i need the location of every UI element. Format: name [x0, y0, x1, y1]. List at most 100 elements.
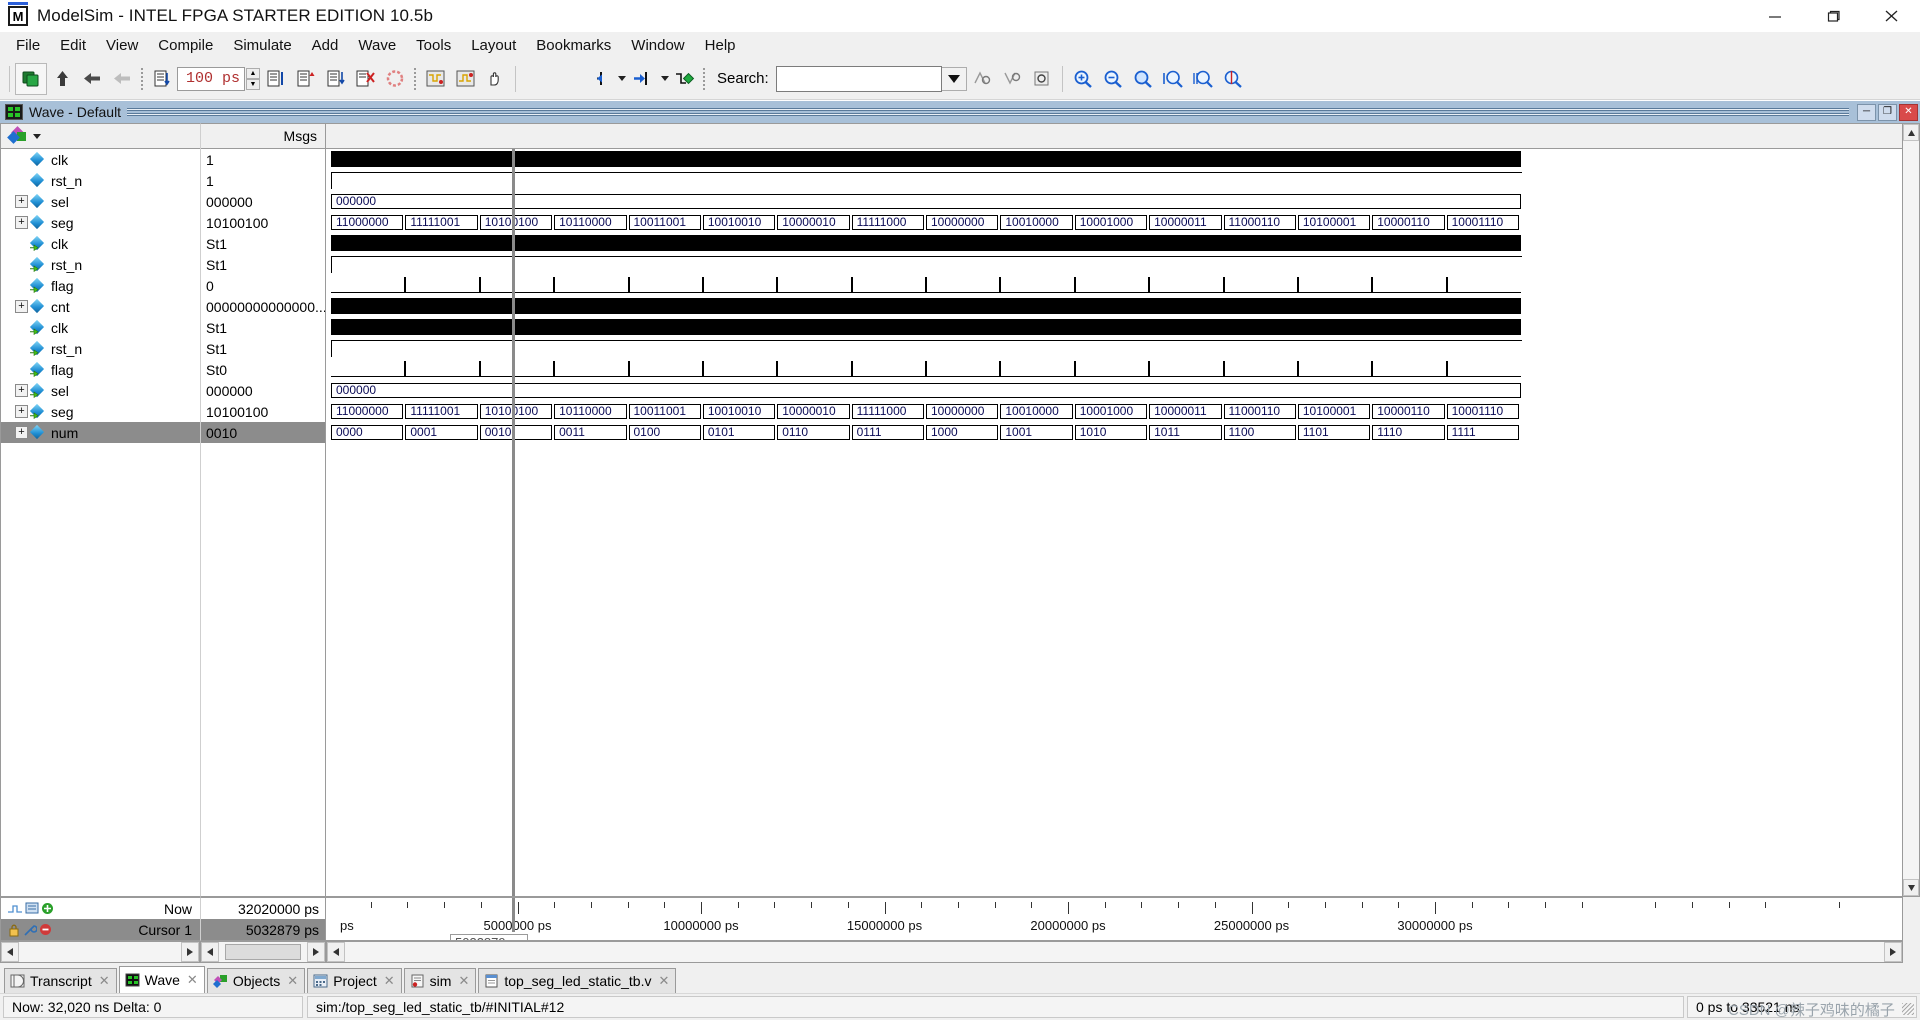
- signal-row-clk[interactable]: clk: [1, 233, 200, 254]
- tab-close-icon[interactable]: ✕: [99, 973, 110, 989]
- expand-toggle[interactable]: +: [15, 300, 28, 313]
- expand-toggle[interactable]: +: [15, 216, 28, 229]
- wave-close-icon[interactable]: ✕: [1899, 103, 1918, 121]
- waveform-hscrollbar[interactable]: [326, 941, 1903, 963]
- menu-layout[interactable]: Layout: [461, 35, 526, 56]
- wave-scroll-track[interactable]: [345, 942, 1884, 962]
- step-back-icon[interactable]: [77, 64, 107, 94]
- zoom-range-icon[interactable]: [1188, 64, 1218, 94]
- signal-row-rst_n[interactable]: rst_n: [1, 338, 200, 359]
- signal-row-sel[interactable]: + sel: [1, 191, 200, 212]
- names-scroll-track[interactable]: [19, 942, 181, 962]
- wave-scroll-left-icon[interactable]: [327, 942, 345, 962]
- menu-file[interactable]: File: [6, 35, 50, 56]
- continue-run-icon[interactable]: [290, 64, 320, 94]
- chevron-down-icon[interactable]: [33, 133, 41, 139]
- step-back-dim-icon[interactable]: [107, 64, 137, 94]
- zoom-full-icon[interactable]: [1128, 64, 1158, 94]
- menu-simulate[interactable]: Simulate: [223, 35, 301, 56]
- names-hscrollbar[interactable]: [0, 941, 200, 963]
- menu-window[interactable]: Window: [621, 35, 694, 56]
- find-transition-icon[interactable]: [669, 64, 699, 94]
- expand-toggle[interactable]: +: [15, 384, 28, 397]
- run-length-stepper[interactable]: ▲ ▼: [246, 67, 260, 90]
- menu-add[interactable]: Add: [302, 35, 349, 56]
- prev-transition-dropdown[interactable]: [613, 64, 626, 94]
- signal-names-list[interactable]: clk rst_n + sel + seg clk rst_n flag + cnt clk rst_n…: [1, 149, 200, 896]
- zoom-cursor-icon[interactable]: [1218, 64, 1248, 94]
- scroll-down-icon[interactable]: [1903, 879, 1919, 896]
- minimize-icon[interactable]: [1746, 0, 1804, 32]
- run-icon[interactable]: [260, 64, 290, 94]
- step-up-icon[interactable]: [47, 64, 77, 94]
- search-input[interactable]: [775, 65, 942, 92]
- wave-scroll-right-icon[interactable]: [1884, 942, 1902, 962]
- menu-help[interactable]: Help: [695, 35, 746, 56]
- ruler-cursor-line[interactable]: [512, 898, 515, 932]
- menu-bookmarks[interactable]: Bookmarks: [526, 35, 621, 56]
- run-length-input[interactable]: 100 ps: [177, 66, 245, 91]
- names-scroll-right-icon[interactable]: [181, 942, 199, 962]
- tab-sim[interactable]: sim ✕: [403, 968, 477, 993]
- break-icon[interactable]: [350, 64, 380, 94]
- hand-pan-icon[interactable]: [480, 64, 510, 94]
- signal-row-seg[interactable]: + seg: [1, 401, 200, 422]
- tab-transcript[interactable]: Transcript ✕: [4, 968, 117, 993]
- expand-toggle[interactable]: +: [15, 426, 28, 439]
- maximize-icon[interactable]: [1804, 0, 1862, 32]
- signal-row-seg[interactable]: + seg: [1, 212, 200, 233]
- tab-wave[interactable]: Wave ✕: [118, 966, 205, 993]
- wave-compare-icon[interactable]: [420, 64, 450, 94]
- tab-close-icon[interactable]: ✕: [187, 972, 198, 988]
- wave-compare-2-icon[interactable]: [450, 64, 480, 94]
- signal-row-clk[interactable]: clk: [1, 317, 200, 338]
- restart-icon[interactable]: [147, 64, 177, 94]
- expand-toggle[interactable]: +: [15, 405, 28, 418]
- signal-row-num[interactable]: + num: [1, 422, 200, 443]
- resize-grip-icon[interactable]: [1902, 1003, 1914, 1015]
- stop-icon[interactable]: [380, 64, 410, 94]
- copy-icon[interactable]: [15, 62, 47, 95]
- values-scroll-thumb[interactable]: [225, 944, 301, 960]
- zoom-in-icon[interactable]: [1068, 64, 1098, 94]
- scroll-up-icon[interactable]: [1903, 124, 1919, 141]
- values-scroll-right-icon[interactable]: [307, 942, 325, 962]
- signal-row-cnt[interactable]: + cnt: [1, 296, 200, 317]
- signal-row-rst_n[interactable]: rst_n: [1, 170, 200, 191]
- menu-tools[interactable]: Tools: [406, 35, 461, 56]
- close-icon[interactable]: [1862, 0, 1920, 32]
- wave-restore-icon[interactable]: ❐: [1878, 103, 1897, 121]
- values-scroll-track[interactable]: [219, 942, 307, 962]
- tab-close-icon[interactable]: ✕: [658, 973, 669, 989]
- search-next-icon[interactable]: [997, 64, 1027, 94]
- menu-view[interactable]: View: [96, 35, 148, 56]
- tab-close-icon[interactable]: ✕: [287, 973, 298, 989]
- tab-close-icon[interactable]: ✕: [384, 973, 395, 989]
- menu-compile[interactable]: Compile: [148, 35, 223, 56]
- names-scroll-left-icon[interactable]: [1, 942, 19, 962]
- next-transition-icon[interactable]: [626, 64, 656, 94]
- menu-wave[interactable]: Wave: [348, 35, 406, 56]
- waveform-canvas[interactable]: 0000001100000011111001101001001011000010…: [326, 149, 1902, 896]
- cursor-line[interactable]: [512, 149, 515, 896]
- values-hscrollbar[interactable]: [200, 941, 326, 963]
- tab-close-icon[interactable]: ✕: [458, 973, 469, 989]
- wave-minimize-icon[interactable]: ─: [1857, 103, 1876, 121]
- prev-transition-icon[interactable]: [583, 64, 613, 94]
- wave-window-grip[interactable]: [127, 107, 1849, 117]
- bottom-tab-strip[interactable]: Transcript ✕ Wave ✕ Objects ✕ Project ✕ sim ✕ top_…: [0, 963, 1920, 993]
- zoom-last-icon[interactable]: [1158, 64, 1188, 94]
- zoom-out-icon[interactable]: [1098, 64, 1128, 94]
- waveform-vertical-scrollbar[interactable]: [1903, 123, 1920, 897]
- signal-row-clk[interactable]: clk: [1, 149, 200, 170]
- signal-row-flag[interactable]: flag: [1, 359, 200, 380]
- vertical-scroll-track[interactable]: [1903, 141, 1919, 879]
- values-scroll-left-icon[interactable]: [201, 942, 219, 962]
- search-dropdown-icon[interactable]: [941, 66, 967, 91]
- signal-row-rst_n[interactable]: rst_n: [1, 254, 200, 275]
- expand-toggle[interactable]: +: [15, 195, 28, 208]
- tab-project[interactable]: Project ✕: [307, 968, 402, 993]
- tab-top-seg-led-static-tb-v[interactable]: top_seg_led_static_tb.v ✕: [478, 968, 677, 993]
- search-prev-icon[interactable]: [967, 64, 997, 94]
- run-all-icon[interactable]: [320, 64, 350, 94]
